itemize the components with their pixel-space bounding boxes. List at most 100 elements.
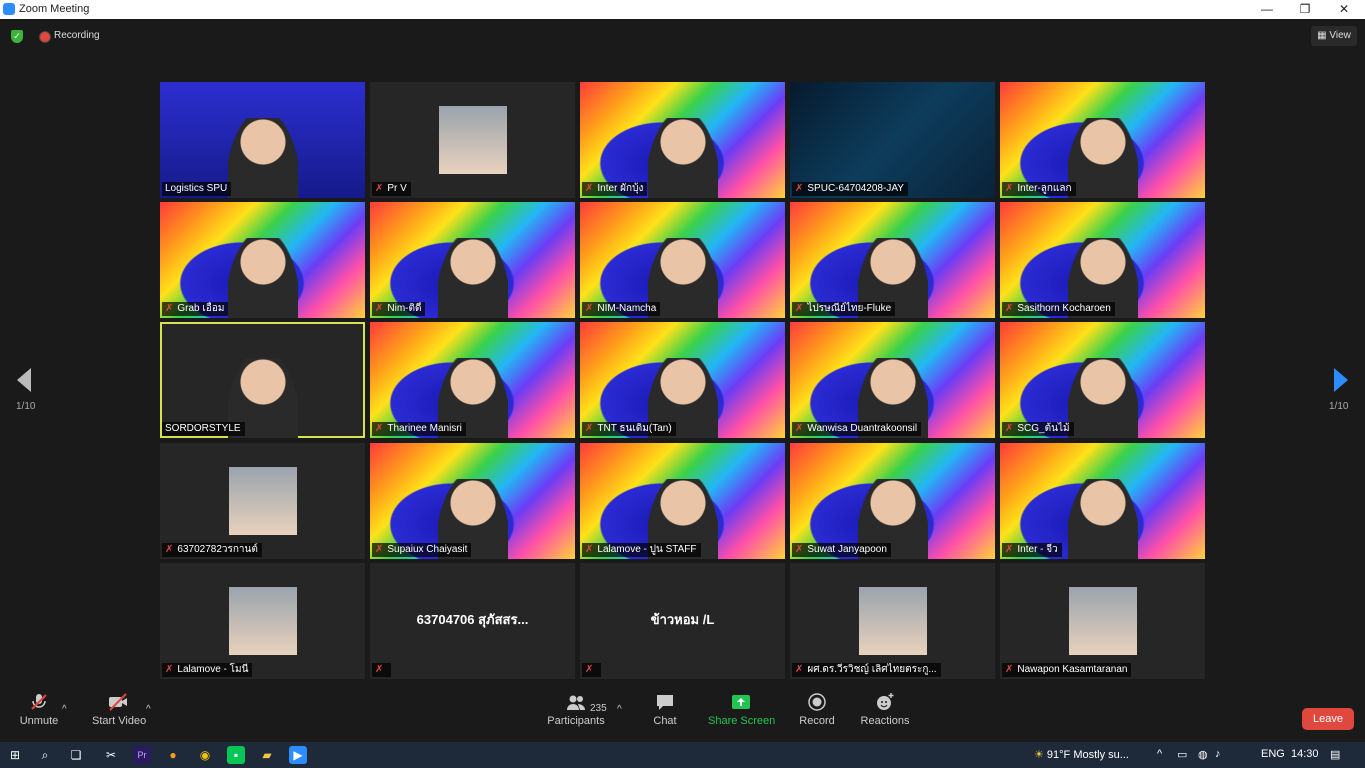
windows-start-icon[interactable]: ⊞ — [6, 746, 24, 764]
record-button[interactable]: Record — [798, 693, 836, 727]
participant-tile[interactable]: ✗ ไปรษณีย์ไทย-Fluke — [790, 202, 995, 318]
participant-tile[interactable]: ✗ Nawapon Kasamtaranan — [1000, 563, 1205, 679]
battery-icon[interactable]: ▭ — [1177, 748, 1187, 761]
reactions-button[interactable]: Reactions — [860, 693, 910, 727]
participant-nameplate: ✗ Tharinee Manisri — [372, 422, 466, 436]
network-status-icon[interactable]: ◍ — [1198, 748, 1208, 761]
tray-chevron-icon[interactable]: ^ — [1157, 748, 1162, 760]
participant-tile[interactable]: Logistics SPU — [160, 82, 365, 198]
view-label: View — [1329, 30, 1351, 41]
participant-nameplate: ✗ Wanwisa Duantrakoonsil — [792, 422, 922, 436]
zoom-taskbar-icon[interactable]: ▶ — [289, 746, 307, 764]
unmute-button[interactable]: Unmute — [18, 693, 60, 727]
participant-tile[interactable]: ✗ Lalamove - ปูน STAFF — [580, 443, 785, 559]
muted-microphone-icon: ✗ — [795, 544, 804, 555]
participant-tile[interactable]: ✗ TNT ธนเดิม(Tan) — [580, 322, 785, 438]
file-explorer-icon[interactable]: ▰ — [258, 746, 276, 764]
participant-nameplate: ✗ NIM-Namcha — [582, 302, 661, 316]
muted-microphone-icon: ✗ — [1005, 423, 1014, 434]
participant-tile[interactable]: ✗ Nim-ติดี้ — [370, 202, 575, 318]
security-shield-icon[interactable]: ✓ — [11, 30, 23, 43]
task-view-icon[interactable]: ❏ — [67, 746, 85, 764]
chat-bubble-icon — [657, 695, 673, 710]
page-indicator-left: 1/10 — [16, 401, 36, 412]
participant-nameplate: ✗ — [372, 663, 392, 677]
muted-microphone-icon: ✗ — [375, 423, 384, 434]
close-button[interactable]: ✕ — [1324, 0, 1364, 19]
participant-name: SORDORSTYLE — [165, 423, 241, 434]
participants-options-chevron-icon[interactable]: ^ — [617, 704, 622, 715]
participant-tile[interactable]: ✗ SPUC-64704208-JAY — [790, 82, 995, 198]
share-screen-button[interactable]: Share Screen — [708, 693, 775, 727]
participant-tile[interactable]: ✗ 63702782วรกานต์ — [160, 443, 365, 559]
muted-microphone-icon: ✗ — [375, 664, 384, 675]
muted-microphone-icon: ✗ — [585, 423, 594, 434]
participant-nameplate: ✗ SCG_ต้นไม้ — [1002, 422, 1074, 436]
muted-microphone-icon: ✗ — [585, 544, 594, 555]
participant-tile[interactable]: ✗ Supaiux Chaiyasit — [370, 443, 575, 559]
start-video-label: Start Video — [92, 715, 147, 727]
firefox-icon[interactable]: ● — [164, 746, 182, 764]
smiley-plus-icon — [877, 693, 894, 710]
participant-tile[interactable]: ✗ Pr V — [370, 82, 575, 198]
participant-name: Supaiux Chaiyasit — [387, 544, 468, 555]
muted-microphone-icon: ✗ — [585, 303, 594, 314]
view-button[interactable]: ▦ View — [1311, 26, 1357, 46]
previous-page-arrow-icon[interactable] — [17, 368, 31, 392]
participant-tile[interactable]: ✗ ผศ.ดร.วีรวิชญ์ เลิศไทยตระกู... — [790, 563, 995, 679]
weather-widget[interactable]: ☀ 91°F Mostly su... — [1034, 748, 1129, 761]
participant-video-feed — [1067, 358, 1138, 438]
muted-microphone-icon: ✗ — [1005, 664, 1014, 675]
muted-microphone-icon: ✗ — [585, 664, 594, 675]
chrome-icon[interactable]: ◉ — [196, 746, 214, 764]
participant-tile[interactable]: ✗ Tharinee Manisri — [370, 322, 575, 438]
weather-text: 91°F Mostly su... — [1046, 749, 1129, 761]
muted-microphone-icon: ✗ — [375, 544, 384, 555]
participant-tile[interactable]: ✗ Grab เอื้อม — [160, 202, 365, 318]
clock-time[interactable]: 14:30 — [1291, 748, 1319, 760]
participant-name: Nawapon Kasamtaranan — [1017, 664, 1128, 675]
participant-tile[interactable]: ✗ Lalamove - โมนี — [160, 563, 365, 679]
next-page-arrow-icon[interactable] — [1334, 368, 1348, 392]
page-indicator-right: 1/10 — [1329, 401, 1349, 412]
video-options-chevron-icon[interactable]: ^ — [146, 704, 151, 715]
participant-tile[interactable]: ✗ Inter - จีว — [1000, 443, 1205, 559]
maximize-button[interactable]: ❐ — [1285, 0, 1325, 19]
participant-tile[interactable]: 63704706 สุภัสสร... ✗ — [370, 563, 575, 679]
participant-video-feed — [647, 118, 718, 198]
start-video-button[interactable]: Start Video — [92, 693, 147, 727]
muted-microphone-icon: ✗ — [165, 303, 174, 314]
participant-name: Logistics SPU — [165, 183, 228, 194]
snipping-tool-icon[interactable]: ✂ — [102, 746, 120, 764]
participant-nameplate: ✗ Inter - จีว — [1002, 543, 1062, 557]
participant-tile[interactable]: ✗ Inter-ลูกแลก — [1000, 82, 1205, 198]
audio-options-chevron-icon[interactable]: ^ — [62, 704, 67, 715]
chat-button[interactable]: Chat — [648, 693, 682, 727]
premiere-pro-icon[interactable]: Pr — [133, 746, 151, 764]
participant-tile[interactable]: ✗ Wanwisa Duantrakoonsil — [790, 322, 995, 438]
participant-tile[interactable]: ✗ Sasithorn Kocharoen — [1000, 202, 1205, 318]
profile-picture — [1068, 587, 1137, 655]
participant-tile[interactable]: SORDORSTYLE — [160, 322, 365, 438]
participant-nameplate: ✗ — [582, 663, 602, 677]
input-language[interactable]: ENG — [1261, 748, 1285, 760]
participant-display-name: 63704706 สุภัสสร... — [416, 612, 529, 627]
grid-icon: ▦ — [1317, 30, 1330, 41]
video-camera-off-icon — [109, 693, 127, 711]
muted-microphone-icon: ✗ — [375, 183, 384, 194]
profile-picture — [858, 587, 927, 655]
line-app-icon[interactable]: ▪ — [227, 746, 245, 764]
speaker-icon[interactable]: ♪ — [1215, 748, 1221, 760]
participant-name: Sasithorn Kocharoen — [1017, 303, 1111, 314]
participant-tile[interactable]: ✗ SCG_ต้นไม้ — [1000, 322, 1205, 438]
participant-name: SCG_ต้นไม้ — [1017, 423, 1070, 434]
search-icon[interactable]: ⌕ — [36, 746, 54, 764]
participant-tile[interactable]: ✗ Suwat Janyapoon — [790, 443, 995, 559]
leave-button[interactable]: Leave — [1302, 708, 1354, 730]
participant-tile[interactable]: ✗ NIM-Namcha — [580, 202, 785, 318]
notifications-icon[interactable]: ▤ — [1330, 748, 1340, 761]
participant-nameplate: SORDORSTYLE — [162, 422, 245, 436]
participant-tile[interactable]: ข้าวหอม /L ✗ — [580, 563, 785, 679]
participant-tile[interactable]: ✗ Inter ผักบุ้ง — [580, 82, 785, 198]
minimize-button[interactable]: — — [1247, 0, 1287, 19]
